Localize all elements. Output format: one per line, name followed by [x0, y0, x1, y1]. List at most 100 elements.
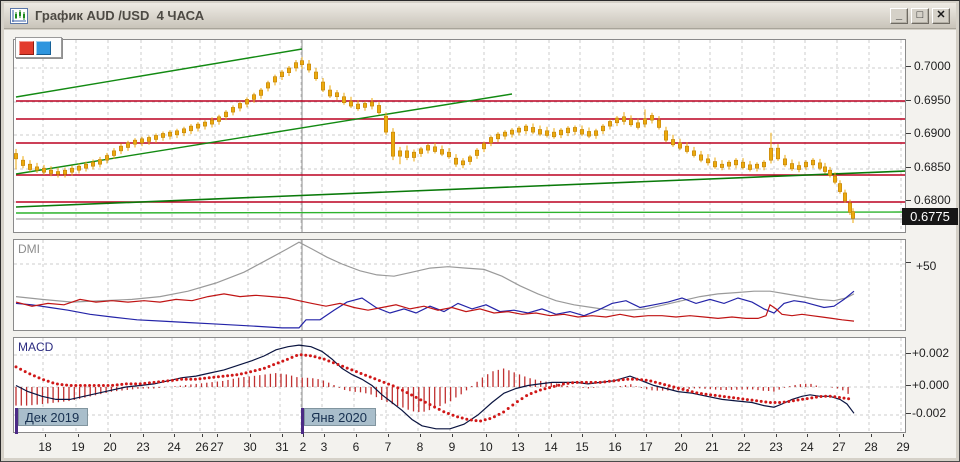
time-tick — [78, 434, 79, 437]
time-tick — [174, 434, 175, 437]
axis-tick — [906, 385, 911, 386]
close-button[interactable]: ✕ — [932, 8, 950, 24]
macd-signal-dot — [649, 380, 652, 383]
macd-signal-dot — [553, 385, 556, 388]
macd-signal-dot — [626, 378, 629, 381]
trend-line[interactable] — [16, 94, 512, 174]
title-bar[interactable]: График AUD /USD 4 ЧАСА _ □ ✕ — [4, 3, 956, 29]
trend-line[interactable] — [16, 212, 905, 213]
minimize-button[interactable]: _ — [890, 8, 908, 24]
macd-signal-dot — [295, 354, 298, 357]
macd-signal-dot — [741, 397, 744, 400]
candle-body — [594, 131, 597, 136]
macd-signal-dot — [456, 415, 459, 418]
macd-signal-dot — [461, 417, 464, 420]
time-label: 14 — [537, 440, 565, 454]
time-label: 20 — [667, 440, 695, 454]
candle-body — [622, 117, 625, 122]
macd-signal-dot — [636, 378, 639, 381]
candle-body — [843, 193, 846, 201]
axis-tick — [906, 100, 911, 101]
candle-body — [300, 61, 303, 65]
macd-signal-dot — [442, 410, 445, 413]
macd-signal-dot — [659, 382, 662, 385]
time-label: 19 — [64, 440, 92, 454]
time-tick — [452, 434, 453, 437]
macd-signal-dot — [419, 398, 422, 401]
candle-body — [147, 137, 150, 141]
candle-body — [231, 107, 234, 112]
time-tick — [615, 434, 616, 437]
candle-body — [559, 130, 562, 135]
macd-signal-dot — [751, 399, 754, 402]
dmi-panel[interactable]: DMI — [13, 239, 906, 331]
macd-signal-dot — [534, 390, 537, 393]
macd-canvas[interactable] — [14, 338, 905, 432]
price-panel[interactable] — [13, 39, 906, 233]
candle-body — [161, 133, 164, 137]
axis-label: 0.6800 — [914, 193, 951, 207]
macd-signal-dot — [323, 358, 326, 361]
candle-body — [538, 129, 541, 134]
candle-body — [259, 90, 262, 95]
candle-body — [755, 164, 758, 168]
time-label: 10 — [472, 440, 500, 454]
macd-signal-dot — [774, 401, 777, 404]
macd-signal-dot — [829, 395, 832, 398]
macd-signal-dot — [746, 398, 749, 401]
macd-signal-dot — [383, 381, 386, 384]
time-tick — [324, 434, 325, 437]
candle-body — [70, 168, 73, 172]
candle-body — [419, 149, 422, 154]
candle-body — [818, 163, 821, 168]
macd-signal-dot — [392, 384, 395, 387]
macd-signal-dot — [470, 418, 473, 421]
macd-signal-dot — [810, 396, 813, 399]
candle-body — [783, 159, 786, 165]
candle-body — [196, 124, 199, 128]
candle-body — [84, 164, 87, 168]
red-marker-button[interactable] — [19, 41, 34, 55]
candle-body — [650, 115, 653, 120]
candle-body — [342, 97, 345, 103]
macd-signal-dot — [705, 393, 708, 396]
macd-signal-dot — [631, 378, 634, 381]
macd-signal-dot — [61, 383, 64, 386]
candle-body — [280, 72, 283, 77]
candle-body — [377, 105, 380, 112]
candle-body — [517, 128, 520, 132]
macd-signal-dot — [479, 419, 482, 422]
maximize-button[interactable]: □ — [911, 8, 929, 24]
candlestick-canvas[interactable] — [14, 40, 905, 232]
macd-signal-dot — [843, 397, 846, 400]
macd-signal-dot — [576, 381, 579, 384]
dmi-canvas[interactable] — [14, 240, 905, 330]
candle-body — [489, 137, 492, 142]
macd-signal-dot — [231, 374, 234, 377]
macd-panel[interactable]: MACD — [13, 337, 906, 433]
axis-label: -0.002 — [912, 406, 946, 420]
macd-signal-dot — [507, 407, 510, 410]
macd-signal-dot — [401, 389, 404, 392]
candle-body — [587, 131, 590, 136]
macd-signal-dot — [493, 415, 496, 418]
macd-signal-dot — [645, 379, 648, 382]
macd-signal-dot — [447, 412, 450, 415]
candle-body — [748, 165, 751, 170]
macd-signal-dot — [406, 391, 409, 394]
macd-signal-dot — [387, 383, 390, 386]
macd-signal-dot — [567, 382, 570, 385]
blue-marker-button[interactable] — [36, 41, 51, 55]
macd-signal-dot — [815, 396, 818, 399]
macd-signal-dot — [102, 384, 105, 387]
candle-body — [35, 167, 38, 170]
macd-signal-dot — [65, 384, 68, 387]
macd-signal-dot — [498, 413, 501, 416]
candle-body — [175, 131, 178, 135]
macd-signal-dot — [521, 397, 524, 400]
candle-body — [252, 95, 255, 100]
candle-body — [545, 131, 548, 136]
axis-label: 0.6850 — [914, 160, 951, 174]
macd-signal-dot — [544, 387, 547, 390]
macd-signal-dot — [590, 381, 593, 384]
